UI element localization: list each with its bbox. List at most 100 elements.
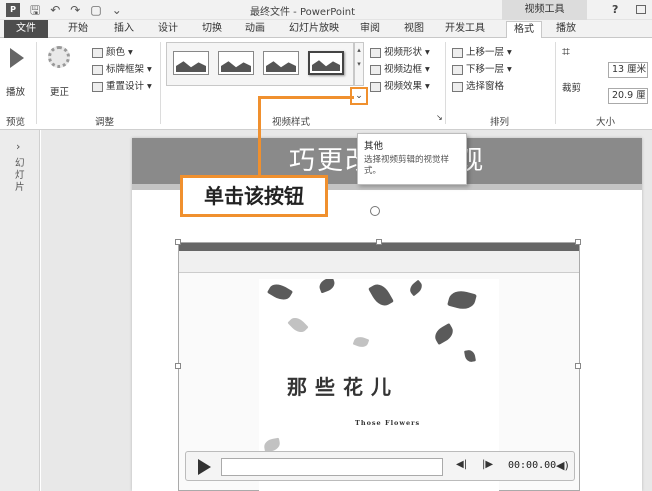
tab-format[interactable]: 格式 — [506, 21, 542, 38]
group-label-video-styles: 视频样式 — [272, 117, 311, 128]
tab-slideshow[interactable]: 幻灯片放映 — [289, 21, 339, 38]
tooltip-description: 选择视频剪辑的视觉样式。 — [364, 155, 450, 176]
resize-handle[interactable] — [575, 239, 581, 245]
petal — [431, 322, 457, 346]
more-tooltip: 其他 选择视频剪辑的视觉样式。 — [357, 133, 467, 185]
video-effects-icon — [370, 81, 381, 92]
new-slide-icon[interactable]: ▢ — [90, 2, 101, 18]
landscape-icon — [266, 61, 296, 72]
poem-title: 那些花儿 — [287, 375, 399, 399]
rotate-handle-icon[interactable] — [370, 206, 380, 216]
window-title: 最终文件 - PowerPoint — [250, 7, 356, 18]
tab-transitions[interactable]: 切换 — [202, 21, 222, 38]
petal — [447, 287, 477, 313]
tab-file[interactable]: 文件 — [4, 20, 48, 38]
tab-developer[interactable]: 开发工具 — [445, 21, 485, 38]
resize-handle[interactable] — [575, 363, 581, 369]
bring-forward-button[interactable]: 上移一层 ▾ — [452, 44, 512, 58]
step-forward-button[interactable]: |▶ — [482, 459, 493, 470]
video-effects-label: 视频效果 ▾ — [384, 81, 430, 92]
selection-pane-label: 选择窗格 — [466, 81, 505, 92]
video-border-label: 视频边框 ▾ — [384, 64, 430, 75]
video-style-thumb[interactable] — [308, 51, 344, 75]
resize-handle[interactable] — [175, 363, 181, 369]
playback-time: 00:00.00 — [508, 460, 557, 471]
save-icon[interactable]: 🖫 — [30, 2, 40, 18]
callout-connector — [258, 96, 354, 99]
tab-review[interactable]: 审阅 — [360, 21, 380, 38]
video-shape-button[interactable]: 视频形状 ▾ — [370, 44, 430, 58]
customize-qat-icon[interactable]: ⌄ — [112, 2, 122, 18]
reset-design-icon — [92, 81, 103, 92]
resize-handle[interactable] — [376, 239, 382, 245]
video-style-thumb[interactable] — [263, 51, 299, 75]
video-border-button[interactable]: 视频边框 ▾ — [370, 61, 430, 75]
tab-animations[interactable]: 动画 — [245, 21, 265, 38]
poster-frame-icon — [92, 64, 103, 75]
correct-button[interactable]: 更正 — [50, 84, 69, 98]
group-label-arrange: 排列 — [490, 117, 510, 128]
bring-forward-label: 上移一层 ▾ — [466, 47, 512, 58]
callout-connector — [258, 97, 261, 175]
color-label: 颜色 ▾ — [106, 47, 133, 58]
video-shape-icon — [370, 47, 381, 58]
video-player-controls: ◀| |▶ 00:00.00 ◀) — [185, 451, 575, 481]
poem-subtitle: Those Flowers — [355, 419, 421, 427]
step-back-button[interactable]: ◀| — [456, 459, 467, 470]
volume-icon[interactable]: ◀) — [556, 459, 569, 472]
tab-playback[interactable]: 播放 — [556, 21, 576, 38]
group-separator — [36, 42, 37, 124]
height-field[interactable]: 13 厘米 — [608, 62, 648, 78]
send-backward-icon — [452, 64, 463, 75]
poster-frame-button[interactable]: 标牌框架 ▾ — [92, 61, 152, 75]
help-button[interactable]: ? — [612, 3, 618, 16]
group-separator — [445, 42, 446, 124]
ribbon-display-options-icon[interactable] — [636, 5, 646, 14]
video-frame-ribbon — [179, 243, 579, 273]
seek-bar[interactable] — [221, 458, 443, 476]
width-field[interactable]: 20.9 厘 — [608, 88, 648, 104]
reset-design-button[interactable]: 重置设计 ▾ — [92, 78, 152, 92]
petal — [352, 334, 370, 350]
tab-insert[interactable]: 插入 — [114, 21, 134, 38]
group-label-adjust: 调整 — [95, 117, 115, 128]
petal — [317, 279, 337, 294]
crop-icon[interactable]: ⌗ — [562, 44, 570, 60]
send-backward-button[interactable]: 下移一层 ▾ — [452, 61, 512, 75]
undo-icon[interactable]: ↶ — [50, 2, 60, 18]
crop-button[interactable]: 裁剪 — [562, 80, 581, 94]
video-effects-button[interactable]: 视频效果 ▾ — [370, 78, 430, 92]
powerpoint-logo-icon: P — [6, 3, 20, 17]
tab-view[interactable]: 视图 — [404, 21, 424, 38]
play-pause-button[interactable] — [198, 459, 211, 475]
tab-design[interactable]: 设计 — [158, 21, 178, 38]
play-button[interactable]: 播放 — [6, 84, 25, 98]
color-icon — [92, 47, 103, 58]
color-button[interactable]: 颜色 ▾ — [92, 44, 133, 58]
dialog-launcher-icon[interactable]: ↘ — [436, 113, 443, 122]
selection-pane-button[interactable]: 选择窗格 — [452, 78, 504, 92]
petal — [407, 279, 425, 297]
group-label-preview: 预览 — [6, 117, 26, 128]
resize-handle[interactable] — [175, 239, 181, 245]
landscape-icon — [221, 61, 251, 72]
tooltip-title: 其他 — [364, 141, 384, 152]
quick-access-toolbar: P 🖫 ↶ ↷ ▢ ⌄ — [6, 2, 122, 18]
video-style-thumb[interactable] — [218, 51, 254, 75]
play-icon[interactable] — [10, 48, 24, 68]
tab-home[interactable]: 开始 — [68, 21, 88, 38]
petal — [266, 280, 294, 304]
callout-label: 单击该按钮 — [180, 175, 328, 217]
video-tools-context-label: 视频工具 — [502, 0, 587, 20]
gallery-scroll[interactable]: ▴ ▾ — [354, 42, 364, 86]
video-styles-gallery — [166, 42, 354, 86]
redo-icon[interactable]: ↷ — [70, 2, 80, 18]
slide-thumbnail-pane: › 幻灯片 — [0, 130, 40, 491]
group-label-size: 大小 — [596, 117, 616, 128]
video-style-thumb[interactable] — [173, 51, 209, 75]
bring-forward-icon — [452, 47, 463, 58]
correct-icon[interactable] — [48, 46, 70, 68]
petal — [368, 280, 394, 310]
landscape-icon — [176, 61, 206, 72]
expand-pane-icon[interactable]: › — [16, 140, 20, 153]
